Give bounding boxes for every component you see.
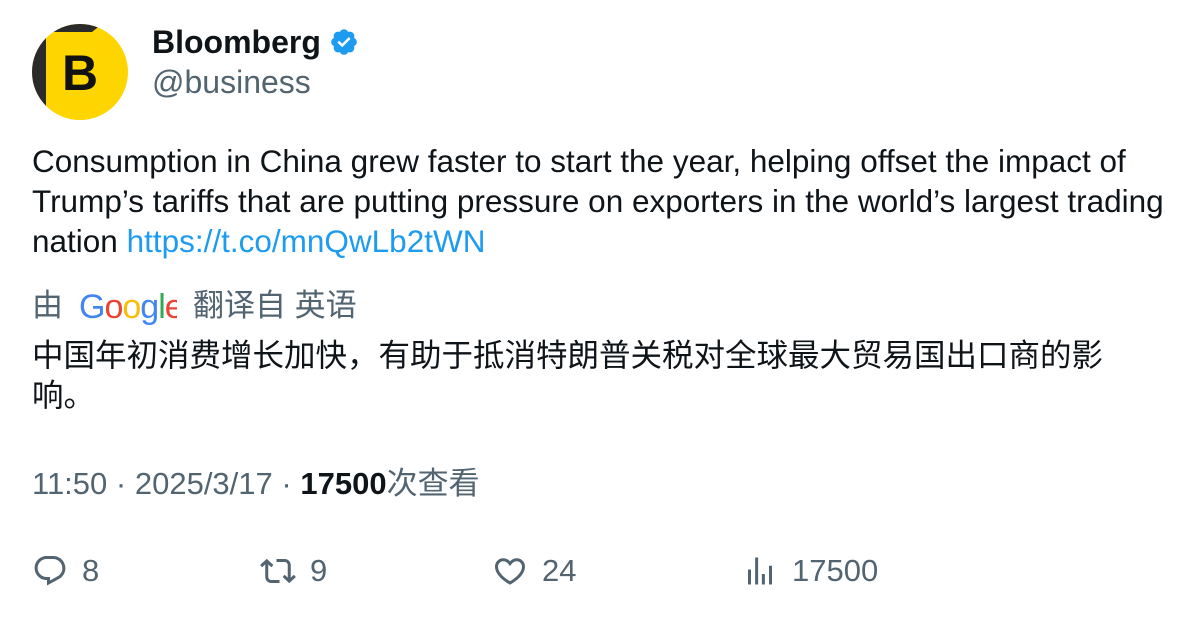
repost-button[interactable]: 9: [260, 551, 327, 591]
views-action-count: 17500: [792, 553, 879, 588]
reply-icon: [34, 556, 66, 586]
tweet-link[interactable]: https://t.co/mnQwLb2tWN: [127, 223, 486, 259]
tweet-date[interactable]: 2025/3/17: [135, 466, 273, 501]
like-button[interactable]: 24: [492, 551, 576, 591]
meta-separator: ·: [281, 466, 292, 501]
avatar-letter: B: [62, 45, 98, 101]
repost-icon: [260, 558, 296, 584]
views-label: 次查看: [386, 466, 480, 501]
avatar[interactable]: B: [32, 24, 128, 120]
translated-from-label[interactable]: 翻译自 英语: [193, 286, 357, 326]
tweet-text: Consumption in China grew faster to star…: [32, 141, 1172, 261]
display-name[interactable]: Bloomberg: [152, 22, 321, 62]
like-count: 24: [542, 553, 577, 588]
tweet-time[interactable]: 11:50: [32, 466, 107, 501]
bloomberg-logo: B: [32, 24, 128, 120]
reply-button[interactable]: 8: [32, 551, 99, 591]
views-button[interactable]: 17500: [742, 551, 878, 591]
repost-count: 9: [310, 553, 328, 588]
reply-count: 8: [82, 553, 100, 588]
verified-badge-icon[interactable]: [329, 27, 359, 57]
meta-separator: ·: [115, 466, 127, 501]
action-bar: 8 9 24 17500: [32, 551, 1132, 595]
heart-icon: [494, 558, 526, 585]
views-count: 17500: [300, 466, 387, 501]
author-handle[interactable]: @business: [152, 62, 311, 102]
author-name-row: Bloomberg: [152, 22, 359, 62]
translated-by-label: 由: [32, 288, 63, 323]
google-logo-icon: Google: [79, 288, 177, 326]
analytics-icon: [748, 557, 772, 585]
translation-attribution: 由 Google 翻译自 英语: [32, 286, 357, 326]
translated-text: 中国年初消费增长加快，有助于抵消特朗普关税对全球最大贸易国出口商的影响。: [32, 337, 1104, 413]
tweet-meta: 11:50 · 2025/3/17 · 17500次查看: [32, 464, 480, 504]
svg-text:Google: Google: [79, 288, 177, 326]
